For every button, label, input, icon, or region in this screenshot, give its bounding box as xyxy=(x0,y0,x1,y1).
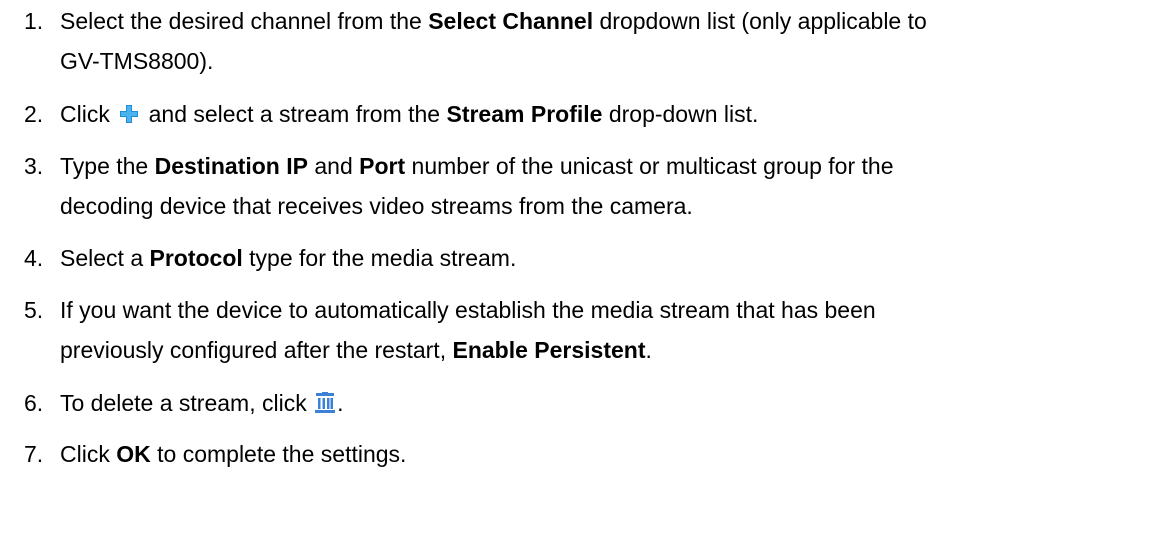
step-text-part: and xyxy=(307,153,360,179)
step-text-part: Click xyxy=(60,441,117,467)
step-number: 6. xyxy=(24,390,44,416)
step-text-part: Click xyxy=(60,101,117,127)
step-text-line2: GV-TMS8800). xyxy=(60,48,214,74)
step-text-part: . xyxy=(645,337,652,363)
step-text-part: Select a xyxy=(60,245,150,271)
step-text: To delete a stream, click . xyxy=(60,385,1164,424)
ui-term: Destination IP xyxy=(154,153,308,179)
step-number: 3. xyxy=(24,153,44,179)
step-text-line2: previously configured after the restart,… xyxy=(60,332,1164,368)
step-text: Click OK to complete the settings. xyxy=(60,436,1164,472)
ui-term: Enable Persistent xyxy=(452,337,646,363)
step-text: Select a Protocol type for the media str… xyxy=(60,240,1164,276)
step-text-part: Type the xyxy=(60,153,155,179)
step-text: Type the Destination IP and Port number … xyxy=(60,148,1164,224)
step-number: 7. xyxy=(24,441,44,467)
step-text: Select the desired channel from the Sele… xyxy=(60,3,1164,79)
step-text: Click and select a stream from the Strea… xyxy=(60,96,1164,135)
ui-term: Port xyxy=(359,153,406,179)
step-text-part: to complete the settings. xyxy=(150,441,407,467)
step-number: 1. xyxy=(24,8,44,34)
plus-icon xyxy=(118,99,140,135)
step-text-part: type for the media stream. xyxy=(242,245,517,271)
trash-icon xyxy=(315,388,336,424)
step-text-part: To delete a stream, click xyxy=(60,390,314,416)
step-number: 2. xyxy=(24,101,44,127)
step-text-part: Select the desired channel from the xyxy=(60,8,429,34)
step-text-part: previously configured after the restart, xyxy=(60,337,453,363)
step-text-part: number of the unicast or multicast group… xyxy=(405,153,894,179)
step-text-part: . xyxy=(337,390,344,416)
step-text-part: dropdown list (only applicable to xyxy=(593,8,927,34)
ui-term: OK xyxy=(116,441,151,467)
step-text-line2: decoding device that receives video stre… xyxy=(60,193,693,219)
step-text-part: If you want the device to automatically … xyxy=(60,297,876,323)
ui-term: Protocol xyxy=(149,245,243,271)
step-text: If you want the device to automatically … xyxy=(60,292,1164,368)
ui-term: Stream Profile xyxy=(446,101,603,127)
step-number: 4. xyxy=(24,245,44,271)
step-text-part: drop-down list. xyxy=(602,101,759,127)
ui-term: Select Channel xyxy=(428,8,594,34)
step-text-part: and select a stream from the xyxy=(142,101,447,127)
step-number: 5. xyxy=(24,297,44,323)
